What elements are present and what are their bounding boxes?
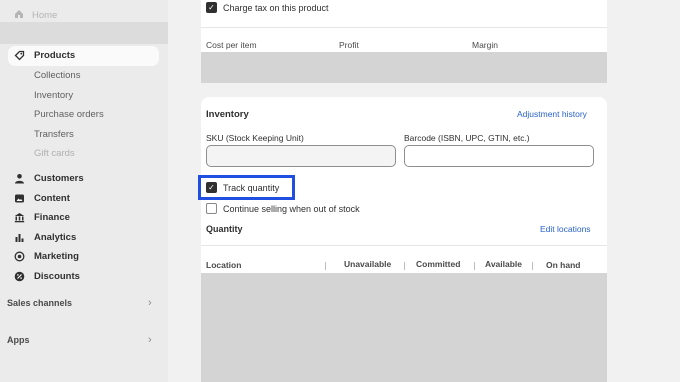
tag-icon	[14, 50, 25, 61]
charge-tax-row[interactable]: ✓ Charge tax on this product	[206, 2, 329, 13]
sku-input[interactable]	[206, 145, 396, 167]
column-divider	[532, 262, 533, 270]
column-divider	[474, 262, 475, 270]
barcode-label: Barcode (ISBN, UPC, GTIN, etc.)	[404, 133, 530, 143]
sidebar-item-discounts[interactable]: Discounts	[14, 271, 80, 282]
sidebar-blank-bar	[0, 22, 168, 44]
sidebar-item-analytics-label: Analytics	[34, 232, 77, 243]
continue-selling-checkbox[interactable]	[206, 203, 217, 214]
continue-selling-row[interactable]: Continue selling when out of stock	[206, 203, 360, 214]
track-quantity-highlight-box	[198, 175, 295, 200]
sku-label: SKU (Stock Keeping Unit)	[206, 133, 304, 143]
sidebar-item-customers-label: Customers	[34, 173, 84, 184]
unavailable-column-header: Unavailable	[344, 259, 392, 269]
location-column-header: Location	[206, 260, 242, 270]
sales-channels-chevron-icon[interactable]: ›	[148, 297, 152, 309]
discount-icon	[14, 271, 25, 282]
on-hand-column-header: On hand	[546, 260, 581, 270]
sidebar-item-content[interactable]: Content	[14, 193, 70, 204]
apps-chevron-icon[interactable]: ›	[148, 334, 152, 346]
person-icon	[14, 173, 25, 184]
home-icon	[14, 9, 24, 22]
sidebar-item-finance[interactable]: Finance	[14, 212, 70, 223]
sidebar-subitem-collections[interactable]: Collections	[34, 70, 80, 81]
column-divider	[404, 262, 405, 270]
committed-column-header: Committed	[416, 259, 461, 269]
column-divider	[325, 262, 326, 270]
sidebar-item-marketing-label: Marketing	[34, 251, 79, 262]
bar-chart-icon	[14, 232, 25, 243]
pricing-divider	[201, 27, 607, 28]
sidebar-item-home-label: Home	[32, 10, 58, 21]
available-column-header: Available	[485, 259, 523, 269]
locations-table-placeholder	[201, 273, 607, 382]
content-icon	[14, 193, 25, 204]
sidebar-item-products-label: Products	[34, 50, 76, 61]
edit-locations-link[interactable]: Edit locations	[540, 224, 591, 234]
sidebar-subitem-inventory[interactable]: Inventory	[34, 90, 73, 101]
quantity-title: Quantity	[206, 224, 243, 234]
sidebar-item-products[interactable]: Products	[14, 50, 75, 61]
inventory-title: Inventory	[206, 109, 249, 120]
sidebar-item-analytics[interactable]: Analytics	[14, 232, 76, 243]
pricing-values-placeholder	[201, 52, 607, 83]
cost-per-item-header: Cost per item	[206, 40, 257, 50]
profit-header: Profit	[339, 40, 359, 50]
target-icon	[14, 251, 25, 262]
apps-label[interactable]: Apps	[7, 335, 30, 345]
sidebar-subitem-transfers[interactable]: Transfers	[34, 129, 74, 140]
margin-header: Margin	[472, 40, 498, 50]
sidebar-subitem-gift-cards[interactable]: Gift cards	[34, 148, 75, 159]
charge-tax-label: Charge tax on this product	[223, 2, 329, 13]
sidebar-item-content-label: Content	[34, 193, 70, 204]
sidebar-item-customers[interactable]: Customers	[14, 173, 84, 184]
sidebar-item-finance-label: Finance	[34, 212, 70, 223]
barcode-input[interactable]	[404, 145, 594, 167]
sidebar-subitem-purchase-orders[interactable]: Purchase orders	[34, 109, 104, 120]
continue-selling-label: Continue selling when out of stock	[223, 203, 360, 214]
sidebar: Home Products Collections Inventory Purc…	[0, 0, 168, 382]
sidebar-item-marketing[interactable]: Marketing	[14, 251, 79, 262]
sidebar-item-discounts-label: Discounts	[34, 271, 80, 282]
adjustment-history-link[interactable]: Adjustment history	[517, 109, 587, 119]
quantity-divider	[201, 245, 607, 246]
sales-channels-label[interactable]: Sales channels	[7, 298, 72, 308]
sidebar-item-home[interactable]: Home	[14, 9, 57, 22]
bank-icon	[14, 212, 25, 223]
charge-tax-checkbox[interactable]: ✓	[206, 2, 217, 13]
